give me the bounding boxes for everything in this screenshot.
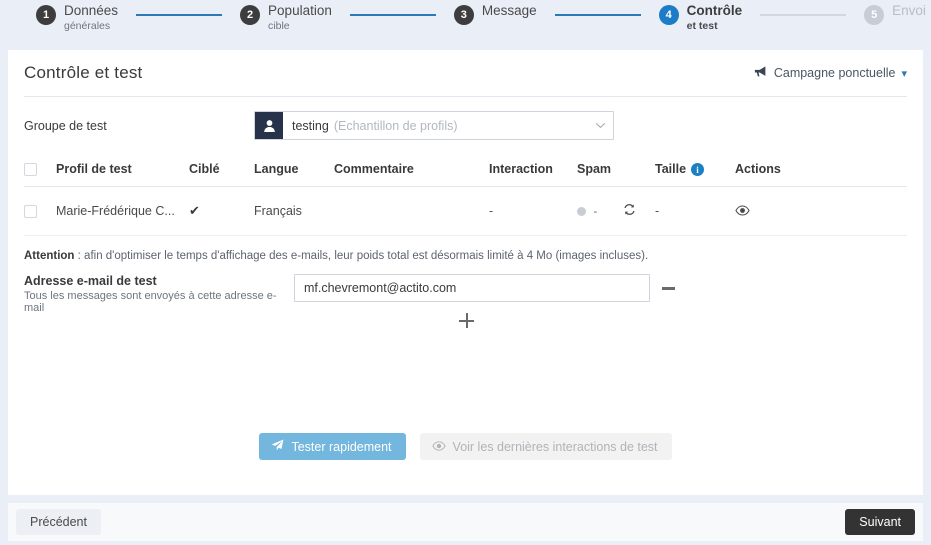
col-interaction: Interaction [489,154,577,188]
test-group-value-wrap: testing (Echantillon de profils) [283,112,587,139]
eye-icon[interactable] [735,205,750,219]
step-connector-2 [349,14,436,16]
tester-rapidement-button[interactable]: Tester rapidement [259,433,406,460]
step-number-5: 5 [864,5,885,25]
col-spam: Spam [577,154,655,188]
voir-interactions-button[interactable]: Voir les dernières interactions de test [419,433,672,460]
select-all-header [24,154,56,188]
spam-value: - [593,205,598,218]
wizard-stepper: 1 Données générales 2 Population cible 3… [0,0,931,48]
test-group-row: Groupe de test testing (Echantillon de p… [8,97,923,150]
chevron-down-icon[interactable] [587,112,613,139]
row-checkbox[interactable] [24,205,37,219]
test-email-input[interactable] [294,274,650,303]
info-icon[interactable]: i [691,163,705,177]
step-sub-2: cible [268,19,290,32]
test-actions-row: Tester rapidement Voir les dernières int… [8,433,923,460]
step-donnees[interactable]: 1 Données générales [36,0,118,32]
step-population[interactable]: 2 Population cible [240,0,332,32]
cell-cible: ✔ [189,186,254,237]
previous-button[interactable]: Précédent [16,509,101,535]
step-title-4: Contrôle [686,3,743,18]
card-header: Contrôle et test Campagne ponctuelle ▾ [8,50,923,96]
main-card: Contrôle et test Campagne ponctuelle ▾ G… [8,50,923,495]
test-group-label: Groupe de test [24,118,107,133]
step-text-4: Contrôle et test [687,0,743,32]
step-text-5: Envoi [892,0,926,20]
size-warning-notice: Attention : afin d'optimiser le temps d'… [24,250,907,262]
test-group-value: testing [292,118,329,133]
notice-text: : afin d'optimiser le temps d'affichage … [74,250,649,263]
step-number-2: 2 [240,5,261,25]
page-root: 1 Données générales 2 Population cible 3… [0,0,931,545]
step-envoi: 5 Envoi [864,0,926,25]
step-number-4: 4 [658,5,679,25]
row-select-cell [24,186,56,237]
step-text-2: Population cible [268,0,332,32]
step-number-1: 1 [36,5,56,25]
cell-profil: Marie-Frédérique C... [56,186,189,237]
test-profiles-table: Profil de test Ciblé Langue Commentaire … [24,154,907,237]
step-message[interactable]: 3 Message [453,0,537,25]
spam-status-dot [577,206,586,216]
cell-interaction: - [489,186,577,237]
cell-commentaire [334,186,489,237]
campaign-type-dropdown[interactable]: Campagne ponctuelle ▾ [754,65,907,81]
cell-actions [735,186,907,237]
col-profil-de-test: Profil de test [56,154,189,188]
col-taille-label: Taille [655,162,687,176]
col-actions: Actions [735,154,907,188]
step-controle[interactable]: 4 Contrôle et test [658,0,743,32]
refresh-icon[interactable] [623,203,636,219]
notice-strong: Attention [24,250,75,263]
col-langue: Langue [254,154,334,188]
minus-icon[interactable] [662,286,675,290]
step-connector-3 [554,14,641,16]
test-email-line [294,274,907,303]
megaphone-icon [754,65,768,81]
col-taille: Taille i [655,154,735,188]
test-email-label: Adresse e-mail de test [24,274,157,289]
interaction-value: - [489,204,494,219]
table-header-row: Profil de test Ciblé Langue Commentaire … [24,154,907,188]
next-button[interactable]: Suivant [845,509,915,535]
step-sub-4: et test [686,19,718,32]
step-text-1: Données générales [64,0,118,32]
step-connector-1 [136,14,223,16]
paper-plane-icon [271,439,284,454]
campaign-type-label: Campagne ponctuelle [773,66,896,80]
step-title-3: Message [481,3,537,18]
step-sub-1: générales [64,19,111,32]
check-icon: ✔ [189,203,200,219]
wizard-footer: Précédent Suivant [8,503,923,541]
step-connector-4 [760,14,847,16]
cell-taille: - [655,186,735,237]
user-icon [255,112,283,139]
test-group-select[interactable]: testing (Echantillon de profils) [254,111,614,140]
eye-icon [431,440,446,454]
step-title-5: Envoi [892,3,926,18]
step-title-1: Données [64,3,119,18]
test-email-block: Adresse e-mail de test Tous les messages… [24,274,907,329]
test-email-fields [294,274,907,329]
step-text-3: Message [482,0,537,20]
table-row: Marie-Frédérique C... ✔ Français - - - [24,186,907,237]
test-email-sublabel: Tous les messages sont envoyés à cette a… [24,290,277,315]
page-title: Contrôle et test [24,63,143,82]
step-title-2: Population [268,3,332,18]
voir-interactions-label: Voir les dernières interactions de test [452,439,658,454]
tester-rapidement-label: Tester rapidement [291,439,392,454]
plus-icon[interactable] [459,313,475,329]
taille-value: - [655,204,660,219]
chevron-down-icon: ▾ [901,67,907,80]
test-group-hint: (Echantillon de profils) [333,118,458,133]
cell-langue: Français [254,186,334,237]
col-cible: Ciblé [189,154,254,188]
test-email-labels: Adresse e-mail de test Tous les messages… [24,274,294,329]
select-all-checkbox[interactable] [24,163,37,177]
col-commentaire: Commentaire [334,154,489,188]
cell-spam: - [577,186,655,237]
step-number-3: 3 [453,5,474,25]
